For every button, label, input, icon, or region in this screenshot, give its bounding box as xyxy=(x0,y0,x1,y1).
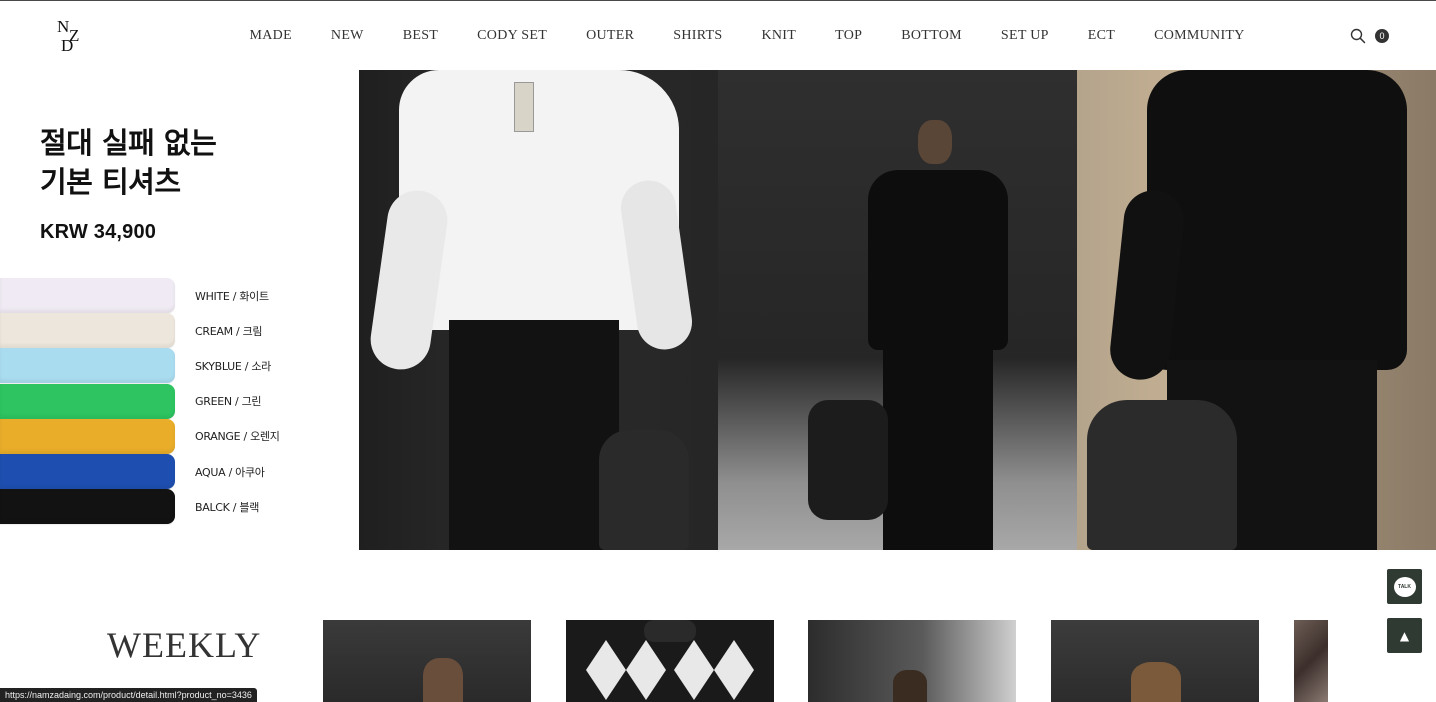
nav-item-best[interactable]: BEST xyxy=(403,28,438,44)
swatch-green xyxy=(0,383,175,419)
nav-item-made[interactable]: MADE xyxy=(250,28,292,44)
weekly-product-thumb[interactable] xyxy=(808,620,1016,702)
weekly-product-thumb[interactable] xyxy=(1294,620,1328,702)
swatch-cream xyxy=(0,313,175,349)
chat-button[interactable]: TALK xyxy=(1387,569,1422,604)
logo-letter-d: D xyxy=(61,36,74,55)
scroll-top-button[interactable]: ▲ xyxy=(1387,618,1422,653)
chat-icon: TALK xyxy=(1393,576,1416,597)
hero-title-line1: 절대 실패 없는 xyxy=(40,126,217,160)
nav-item-new[interactable]: NEW xyxy=(331,28,364,44)
weekly-section-title: WEEKLY xyxy=(107,625,262,665)
color-label-aqua: AQUA / 아쿠아 xyxy=(195,465,265,479)
nav-item-set-up[interactable]: SET UP xyxy=(1001,28,1049,44)
nav-item-outer[interactable]: OUTER xyxy=(586,28,634,44)
nav-item-cody-set[interactable]: CODY SET xyxy=(477,28,547,44)
hero-photo-strip[interactable] xyxy=(359,70,1436,550)
swatch-skyblue xyxy=(0,348,175,384)
weekly-product-thumb[interactable] xyxy=(323,620,531,702)
swatch-white xyxy=(0,278,175,313)
nav-item-community[interactable]: COMMUNITY xyxy=(1154,28,1245,44)
color-label-cream: CREAM / 크림 xyxy=(195,324,263,338)
nav-item-knit[interactable]: KNIT xyxy=(761,28,796,44)
swatch-black xyxy=(0,489,175,525)
hero-photo-black-tshirt-closeup xyxy=(1077,70,1436,550)
color-label-white: WHITE / 화이트 xyxy=(195,289,269,303)
nav-item-bottom[interactable]: BOTTOM xyxy=(901,28,962,44)
nav-item-ect[interactable]: ECT xyxy=(1088,28,1115,44)
color-swatch-stack xyxy=(0,278,175,525)
color-label-skyblue: SKYBLUE / 소라 xyxy=(195,359,271,373)
hero-photo-black-tshirt-full xyxy=(718,70,1077,550)
browser-status-url: https://namzadaing.com/product/detail.ht… xyxy=(0,688,257,702)
weekly-product-thumb[interactable] xyxy=(566,620,774,702)
color-label-green: GREEN / 그린 xyxy=(195,395,262,409)
hero-title: 절대 실패 없는 기본 티셔츠 xyxy=(40,124,217,202)
cart-count-badge[interactable]: 0 xyxy=(1375,29,1389,43)
swatch-orange xyxy=(0,418,175,454)
search-icon[interactable] xyxy=(1350,28,1366,44)
logo-letter-n: N xyxy=(57,17,70,36)
hero-photo-white-tshirt xyxy=(359,70,718,550)
main-nav: MADE NEW BEST CODY SET OUTER SHIRTS KNIT… xyxy=(230,1,1264,70)
swatch-aqua xyxy=(0,453,175,489)
site-header: N Z D MADE NEW BEST CODY SET OUTER SHIRT… xyxy=(0,1,1436,70)
site-logo[interactable]: N Z D xyxy=(56,18,86,54)
nav-item-top[interactable]: TOP xyxy=(835,28,862,44)
hero-title-line2: 기본 티셔츠 xyxy=(40,165,181,199)
nav-item-shirts[interactable]: SHIRTS xyxy=(673,28,722,44)
color-label-list: WHITE / 화이트 CREAM / 크림 SKYBLUE / 소라 GREE… xyxy=(195,278,280,524)
color-label-orange: ORANGE / 오렌지 xyxy=(195,430,280,444)
weekly-product-thumb[interactable] xyxy=(1051,620,1259,702)
product-price: KRW 34,900 xyxy=(40,221,157,243)
color-label-black: BALCK / 블랙 xyxy=(195,500,260,514)
